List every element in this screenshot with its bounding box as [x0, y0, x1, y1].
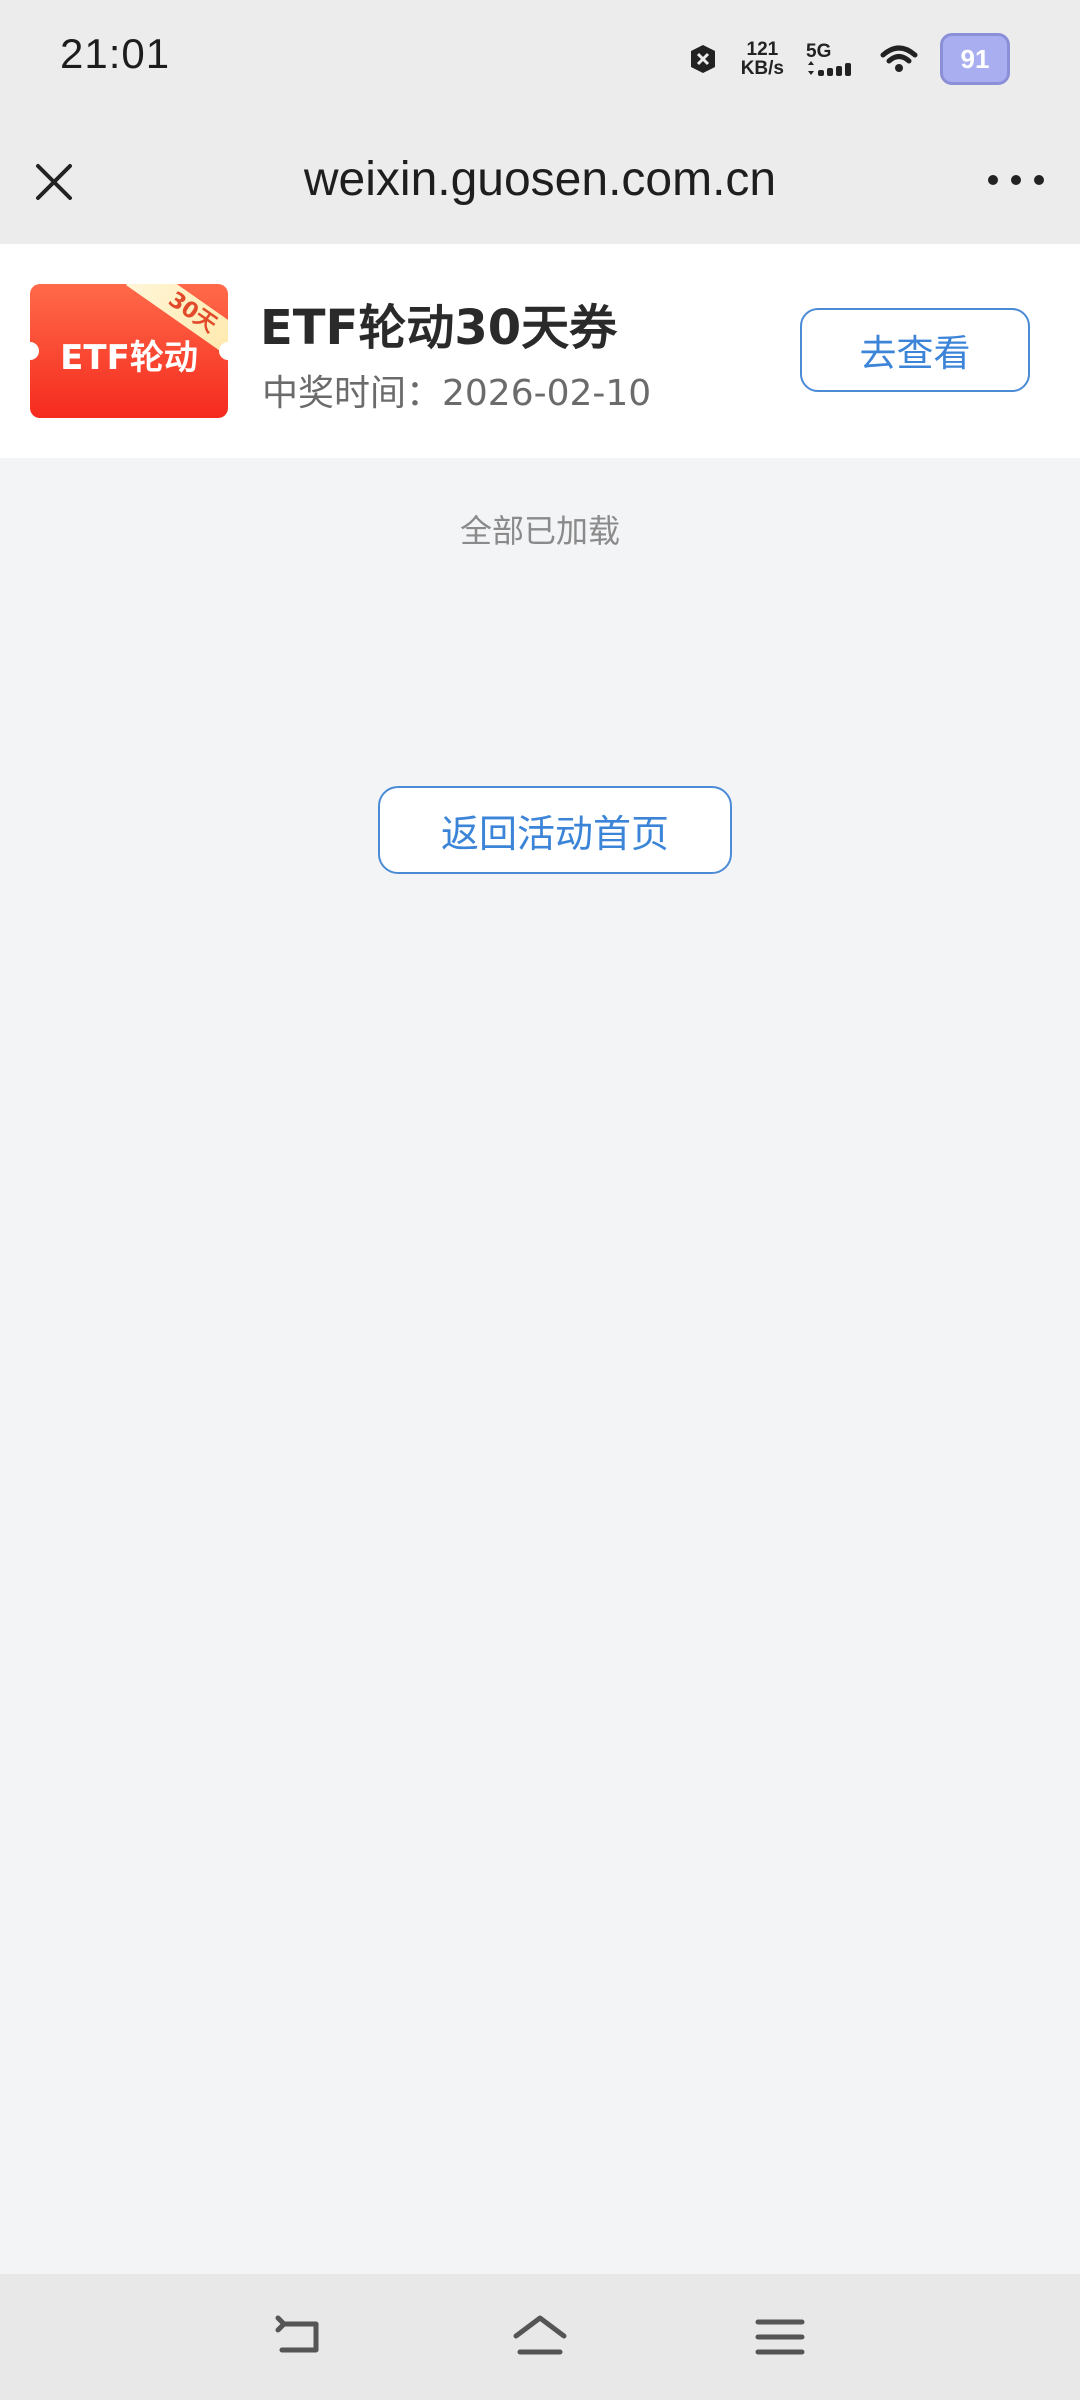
prize-title: ETF轮动30天券 — [260, 300, 618, 356]
back-icon[interactable] — [270, 2310, 330, 2364]
net-speed: 121 KB/s — [741, 40, 784, 78]
title-bar: weixin.guosen.com.cn — [0, 118, 1080, 244]
system-nav-bar — [0, 2274, 1080, 2400]
net-speed-unit: KB/s — [740, 58, 784, 79]
page-url: weixin.guosen.com.cn — [303, 153, 777, 206]
more-dot — [988, 175, 998, 185]
net-speed-value: 121 — [746, 39, 779, 60]
more-dot — [1034, 175, 1044, 185]
status-bar: 21:01 121 KB/s 5G 91 — [0, 0, 1080, 118]
view-button[interactable]: 去查看 — [800, 308, 1030, 392]
status-time: 21:01 — [60, 30, 171, 77]
prize-card: 30天 ETF轮动 ETF轮动30天券 中奖时间：2026-02-10 去查看 — [0, 244, 1080, 458]
menu-icon[interactable] — [750, 2310, 810, 2364]
battery-icon: 91 — [940, 33, 1010, 85]
more-dot — [1011, 175, 1021, 185]
signal-label: 5G — [806, 40, 832, 62]
coupon-ticket-image: 30天 ETF轮动 — [30, 284, 228, 418]
wifi-icon — [880, 45, 918, 72]
prize-date: 中奖时间：2026-02-10 — [262, 373, 652, 414]
home-icon[interactable] — [510, 2310, 570, 2364]
ticket-label: ETF轮动 — [60, 338, 198, 378]
status-icons: 121 KB/s 5G 91 — [687, 32, 1010, 86]
list-footer-text: 全部已加载 — [459, 512, 620, 550]
signal-icon: 5G — [806, 42, 858, 77]
more-icon[interactable] — [988, 168, 1044, 192]
back-to-home-button[interactable]: 返回活动首页 — [378, 786, 732, 874]
notification-off-icon — [690, 45, 715, 73]
